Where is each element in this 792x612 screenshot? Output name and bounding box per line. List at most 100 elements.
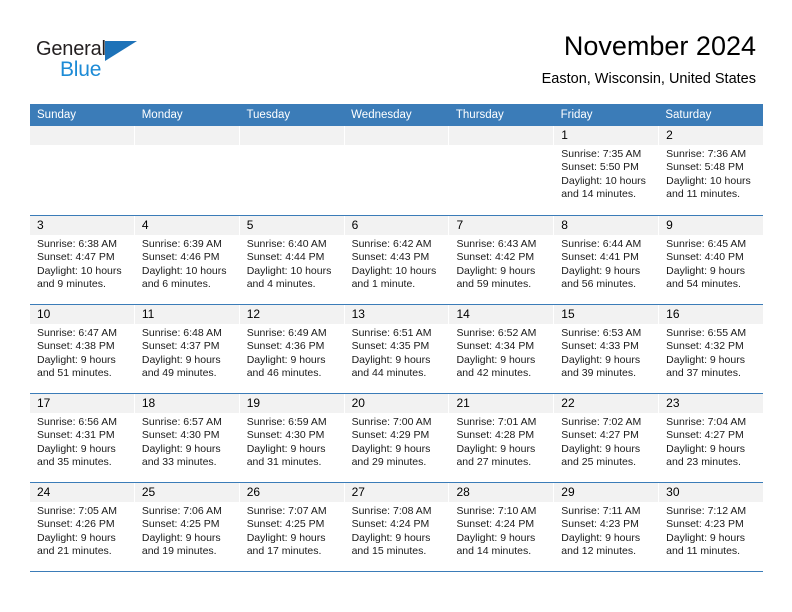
day-number: 25 — [134, 483, 239, 502]
day-sun-info: Sunrise: 6:45 AM Sunset: 4:40 PM Daylight:… — [659, 235, 763, 292]
logo-triangle-icon — [105, 41, 137, 61]
calendar-day-cell[interactable]: 28 Sunrise: 7:10 AM Sunset: 4:24 PM Dayligh… — [449, 483, 555, 571]
calendar-day-cell[interactable]: 23 Sunrise: 7:04 AM Sunset: 4:27 PM Dayligh… — [659, 394, 764, 482]
calendar-bottom-rule — [30, 571, 763, 572]
calendar-day-cell[interactable]: 29 Sunrise: 7:11 AM Sunset: 4:23 PM Dayligh… — [554, 483, 660, 571]
page-subtitle: Easton, Wisconsin, United States — [541, 71, 756, 87]
day-number — [134, 126, 239, 145]
sunrise-time: Sunrise: 7:35 AM — [561, 148, 642, 160]
calendar-day-cell[interactable]: 2 Sunrise: 7:36 AM Sunset: 5:48 PM Daylight… — [659, 126, 764, 215]
sunrise-time: Sunrise: 7:00 AM — [351, 416, 432, 428]
calendar-day-cell[interactable]: 27 Sunrise: 7:08 AM Sunset: 4:24 PM Dayligh… — [344, 483, 450, 571]
calendar-week-row: 24 Sunrise: 7:05 AM Sunset: 4:26 PM Dayligh… — [30, 482, 764, 571]
day-number: 2 — [659, 126, 764, 145]
sunrise-time: Sunrise: 6:52 AM — [456, 327, 537, 339]
sunrise-time: Sunrise: 6:40 AM — [246, 238, 327, 250]
daylight-duration: Daylight: 9 hours and 42 minutes. — [456, 353, 536, 380]
sunrise-time: Sunrise: 7:06 AM — [141, 505, 222, 517]
calendar-day-cell[interactable]: 14 Sunrise: 6:52 AM Sunset: 4:34 PM Dayligh… — [449, 305, 555, 393]
calendar-day-cell[interactable]: 18 Sunrise: 6:57 AM Sunset: 4:30 PM Dayligh… — [134, 394, 240, 482]
day-number: 22 — [554, 394, 659, 413]
calendar-day-cell[interactable]: 24 Sunrise: 7:05 AM Sunset: 4:26 PM Dayligh… — [30, 483, 135, 571]
calendar-day-cell-empty — [449, 126, 555, 215]
day-number: 16 — [659, 305, 764, 324]
sunrise-time: Sunrise: 7:36 AM — [666, 148, 747, 160]
sunrise-time: Sunrise: 6:57 AM — [141, 416, 222, 428]
daylight-duration: Daylight: 9 hours and 29 minutes. — [351, 442, 431, 469]
calendar-day-cell[interactable]: 26 Sunrise: 7:07 AM Sunset: 4:25 PM Dayligh… — [239, 483, 345, 571]
day-number: 29 — [554, 483, 659, 502]
daylight-duration: Daylight: 9 hours and 11 minutes. — [666, 531, 745, 558]
sunset-time: Sunset: 4:28 PM — [456, 429, 535, 442]
day-sun-info: Sunrise: 6:44 AM Sunset: 4:41 PM Daylight:… — [554, 235, 658, 292]
day-sun-info: Sunrise: 6:43 AM Sunset: 4:42 PM Daylight:… — [449, 235, 553, 292]
sunrise-time: Sunrise: 7:11 AM — [561, 505, 641, 517]
weekday-header-monday: Monday — [141, 109, 183, 121]
day-number: 26 — [239, 483, 344, 502]
calendar-day-cell[interactable]: 17 Sunrise: 6:56 AM Sunset: 4:31 PM Dayligh… — [30, 394, 135, 482]
day-number: 19 — [239, 394, 344, 413]
calendar-day-cell[interactable]: 12 Sunrise: 6:49 AM Sunset: 4:36 PM Dayligh… — [239, 305, 345, 393]
weekday-header-sunday: Sunday — [37, 109, 77, 121]
calendar-day-cell[interactable]: 4 Sunrise: 6:39 AM Sunset: 4:46 PM Daylight… — [134, 216, 240, 304]
calendar-day-cell[interactable]: 9 Sunrise: 6:45 AM Sunset: 4:40 PM Daylight… — [659, 216, 764, 304]
calendar-day-cell[interactable]: 30 Sunrise: 7:12 AM Sunset: 4:23 PM Dayligh… — [659, 483, 764, 571]
sunset-time: Sunset: 4:25 PM — [141, 518, 220, 531]
day-sun-info: Sunrise: 6:47 AM Sunset: 4:38 PM Daylight:… — [30, 324, 134, 381]
sunset-time: Sunset: 4:44 PM — [246, 251, 325, 264]
sunset-time: Sunset: 4:47 PM — [37, 251, 115, 264]
calendar-day-cell[interactable]: 13 Sunrise: 6:51 AM Sunset: 4:35 PM Dayligh… — [344, 305, 450, 393]
calendar-day-cell[interactable]: 15 Sunrise: 6:53 AM Sunset: 4:33 PM Dayligh… — [554, 305, 660, 393]
sunset-time: Sunset: 4:27 PM — [561, 429, 639, 442]
day-sun-info: Sunrise: 6:52 AM Sunset: 4:34 PM Daylight:… — [449, 324, 553, 381]
day-number: 5 — [239, 216, 344, 235]
calendar-day-cell[interactable]: 1 Sunrise: 7:35 AM Sunset: 5:50 PM Daylight… — [554, 126, 660, 215]
daylight-duration: Daylight: 9 hours and 21 minutes. — [37, 531, 116, 558]
calendar-day-cell[interactable]: 25 Sunrise: 7:06 AM Sunset: 4:25 PM Dayligh… — [134, 483, 240, 571]
calendar-day-cell[interactable]: 3 Sunrise: 6:38 AM Sunset: 4:47 PM Daylight… — [30, 216, 135, 304]
day-number: 8 — [554, 216, 659, 235]
day-number: 6 — [344, 216, 449, 235]
sunset-time: Sunset: 4:34 PM — [456, 340, 535, 353]
day-number: 1 — [554, 126, 659, 145]
day-sun-info: Sunrise: 7:07 AM Sunset: 4:25 PM Daylight:… — [240, 502, 344, 559]
day-number: 4 — [134, 216, 239, 235]
calendar-day-cell[interactable]: 20 Sunrise: 7:00 AM Sunset: 4:29 PM Dayligh… — [344, 394, 450, 482]
day-number — [30, 126, 134, 145]
sunrise-time: Sunrise: 6:44 AM — [561, 238, 642, 250]
day-sun-info: Sunrise: 6:57 AM Sunset: 4:30 PM Daylight:… — [135, 413, 239, 470]
day-sun-info: Sunrise: 6:48 AM Sunset: 4:37 PM Daylight:… — [135, 324, 239, 381]
calendar-day-cell[interactable]: 22 Sunrise: 7:02 AM Sunset: 4:27 PM Dayligh… — [554, 394, 660, 482]
sunrise-time: Sunrise: 7:08 AM — [351, 505, 432, 517]
sunrise-time: Sunrise: 6:56 AM — [37, 416, 117, 428]
calendar-week-row: 10 Sunrise: 6:47 AM Sunset: 4:38 PM Dayligh… — [30, 304, 764, 393]
logo-text-blue: Blue — [60, 58, 102, 81]
calendar-day-cell[interactable]: 19 Sunrise: 6:59 AM Sunset: 4:30 PM Dayligh… — [239, 394, 345, 482]
sunset-time: Sunset: 4:30 PM — [246, 429, 325, 442]
calendar-day-cell[interactable]: 5 Sunrise: 6:40 AM Sunset: 4:44 PM Daylight… — [239, 216, 345, 304]
daylight-duration: Daylight: 9 hours and 35 minutes. — [37, 442, 116, 469]
sunrise-time: Sunrise: 6:55 AM — [666, 327, 747, 339]
sunset-time: Sunset: 4:37 PM — [141, 340, 220, 353]
calendar-day-cell[interactable]: 11 Sunrise: 6:48 AM Sunset: 4:37 PM Dayligh… — [134, 305, 240, 393]
day-number — [449, 126, 554, 145]
day-number: 17 — [30, 394, 134, 413]
general-blue-logo[interactable]: General Blue — [36, 38, 156, 84]
calendar-day-cell[interactable]: 8 Sunrise: 6:44 AM Sunset: 4:41 PM Daylight… — [554, 216, 660, 304]
calendar-day-cell[interactable]: 16 Sunrise: 6:55 AM Sunset: 4:32 PM Dayligh… — [659, 305, 764, 393]
calendar-day-cell[interactable]: 21 Sunrise: 7:01 AM Sunset: 4:28 PM Dayligh… — [449, 394, 555, 482]
sunrise-time: Sunrise: 6:51 AM — [351, 327, 432, 339]
calendar-day-cell[interactable]: 7 Sunrise: 6:43 AM Sunset: 4:42 PM Daylight… — [449, 216, 555, 304]
sunset-time: Sunset: 4:42 PM — [456, 251, 535, 264]
calendar-day-cell[interactable]: 6 Sunrise: 6:42 AM Sunset: 4:43 PM Daylight… — [344, 216, 450, 304]
sunset-time: Sunset: 5:48 PM — [666, 161, 744, 174]
sunrise-time: Sunrise: 7:04 AM — [666, 416, 747, 428]
sunset-time: Sunset: 4:23 PM — [666, 518, 744, 531]
calendar-day-cell[interactable]: 10 Sunrise: 6:47 AM Sunset: 4:38 PM Dayligh… — [30, 305, 135, 393]
day-number: 10 — [30, 305, 134, 324]
day-number: 3 — [30, 216, 134, 235]
daylight-duration: Daylight: 9 hours and 12 minutes. — [561, 531, 641, 558]
weekday-header-wednesday: Wednesday — [351, 109, 412, 121]
day-number: 12 — [239, 305, 344, 324]
page-header: General Blue November 2024 Easton, Wisco… — [0, 0, 792, 104]
